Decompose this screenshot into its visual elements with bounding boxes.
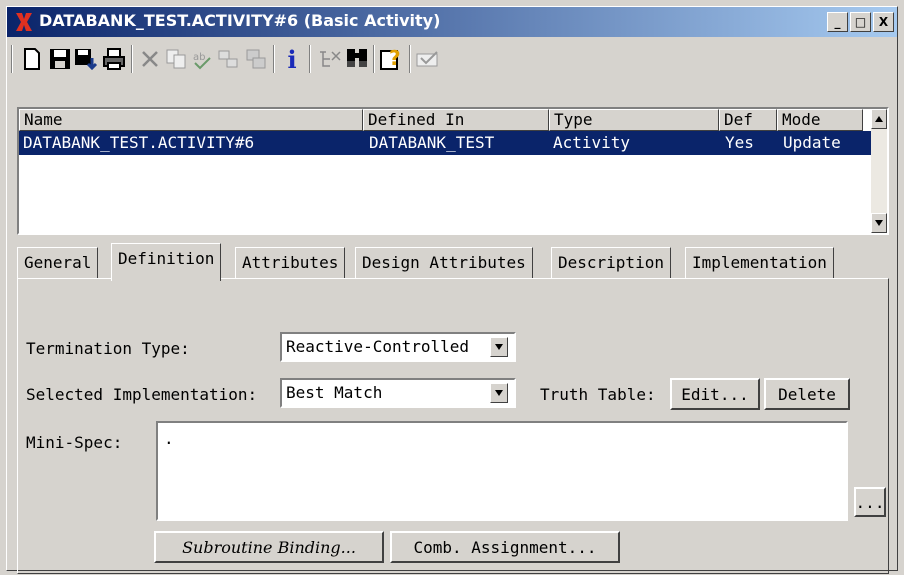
list-scrollbar[interactable] <box>871 109 887 233</box>
termination-type-value: Reactive-Controlled <box>286 337 470 356</box>
tab-implementation[interactable]: Implementation <box>685 247 834 279</box>
column-header-def[interactable]: Def <box>719 109 777 131</box>
toolbar: ab i ? <box>7 39 897 81</box>
termination-dropdown-button[interactable] <box>490 337 508 357</box>
toolbar-separator <box>409 45 411 73</box>
chevron-down-icon <box>495 390 503 396</box>
column-header-type[interactable]: Type <box>549 109 719 131</box>
termination-type-label: Termination Type: <box>26 339 190 358</box>
truth-table-edit-button[interactable]: Edit... <box>670 378 760 410</box>
minimize-button[interactable]: _ <box>827 12 848 32</box>
svg-text:ab: ab <box>193 52 205 63</box>
comb-assignment-button[interactable]: Comb. Assignment... <box>390 531 620 563</box>
object-list[interactable]: Name Defined In Type Def Mode DATABANK_T… <box>17 107 889 235</box>
maximize-button[interactable]: □ <box>850 12 871 32</box>
implementation-dropdown-button[interactable] <box>490 383 508 403</box>
replace-icon[interactable] <box>215 45 241 73</box>
toolbar-separator <box>131 45 133 73</box>
column-header-mode[interactable]: Mode <box>777 109 863 131</box>
tab-definition[interactable]: Definition <box>111 243 222 281</box>
truth-table-label: Truth Table: <box>540 385 656 404</box>
truth-table-delete-button[interactable]: Delete <box>764 378 850 410</box>
mini-spec-text: . <box>164 429 174 448</box>
info-icon[interactable]: i <box>279 45 305 74</box>
subroutine-binding-button[interactable]: Subroutine Binding... <box>154 531 384 563</box>
find-icon[interactable] <box>345 45 371 73</box>
svg-text:?: ? <box>389 47 401 70</box>
save-icon[interactable] <box>47 45 73 73</box>
delete-icon[interactable] <box>137 45 163 73</box>
title-bar[interactable]: DATABANK_TEST.ACTIVITY#6 (Basic Activity… <box>7 7 897 37</box>
tab-design-attributes[interactable]: Design Attributes <box>355 247 533 279</box>
new-icon[interactable] <box>19 45 45 73</box>
toolbar-grip <box>11 45 13 73</box>
termination-type-select[interactable]: Reactive-Controlled <box>280 332 516 362</box>
window-title: DATABANK_TEST.ACTIVITY#6 (Basic Activity… <box>39 11 441 30</box>
toolbar-separator <box>373 45 375 73</box>
column-header-defined-in[interactable]: Defined In <box>363 109 549 131</box>
tab-attributes[interactable]: Attributes <box>235 247 346 279</box>
tab-general[interactable]: General <box>17 247 99 279</box>
app-x-icon <box>16 13 32 31</box>
chevron-down-icon <box>495 344 503 350</box>
save-all-icon[interactable] <box>73 45 99 73</box>
compare-icon[interactable] <box>243 45 269 73</box>
implementation-value: Best Match <box>286 383 383 402</box>
help-icon[interactable]: ? <box>379 45 405 73</box>
arrow-up-icon <box>875 116 883 122</box>
tree-icon[interactable] <box>317 45 343 73</box>
scroll-up-button[interactable] <box>871 109 887 129</box>
column-header-name[interactable]: Name <box>19 109 363 131</box>
cell-name: DATABANK_TEST.ACTIVITY#6 <box>23 133 255 152</box>
cell-def: Yes <box>725 133 754 152</box>
tab-description[interactable]: Description <box>551 247 671 279</box>
implementation-select[interactable]: Best Match <box>280 378 516 408</box>
scroll-down-button[interactable] <box>871 213 887 233</box>
spell-check-icon[interactable]: ab <box>189 45 215 73</box>
close-button[interactable]: X <box>873 12 894 32</box>
main-window: DATABANK_TEST.ACTIVITY#6 (Basic Activity… <box>6 6 898 574</box>
arrow-down-icon <box>875 220 883 226</box>
mini-spec-label: Mini-Spec: <box>26 433 123 452</box>
check-icon[interactable] <box>415 45 441 73</box>
selected-implementation-label: Selected Implementation: <box>26 385 258 404</box>
print-icon[interactable] <box>101 45 127 73</box>
definition-panel: Termination Type: Reactive-Controlled Se… <box>17 278 889 574</box>
toolbar-separator <box>273 45 275 73</box>
cell-type: Activity <box>553 133 631 152</box>
toolbar-separator <box>309 45 311 73</box>
copy-icon[interactable] <box>163 45 189 73</box>
mini-spec-more-button[interactable]: ... <box>854 487 886 517</box>
mini-spec-textarea[interactable]: . <box>156 421 848 521</box>
cell-mode: Update <box>783 133 841 152</box>
cell-defined-in: DATABANK_TEST <box>369 133 495 152</box>
